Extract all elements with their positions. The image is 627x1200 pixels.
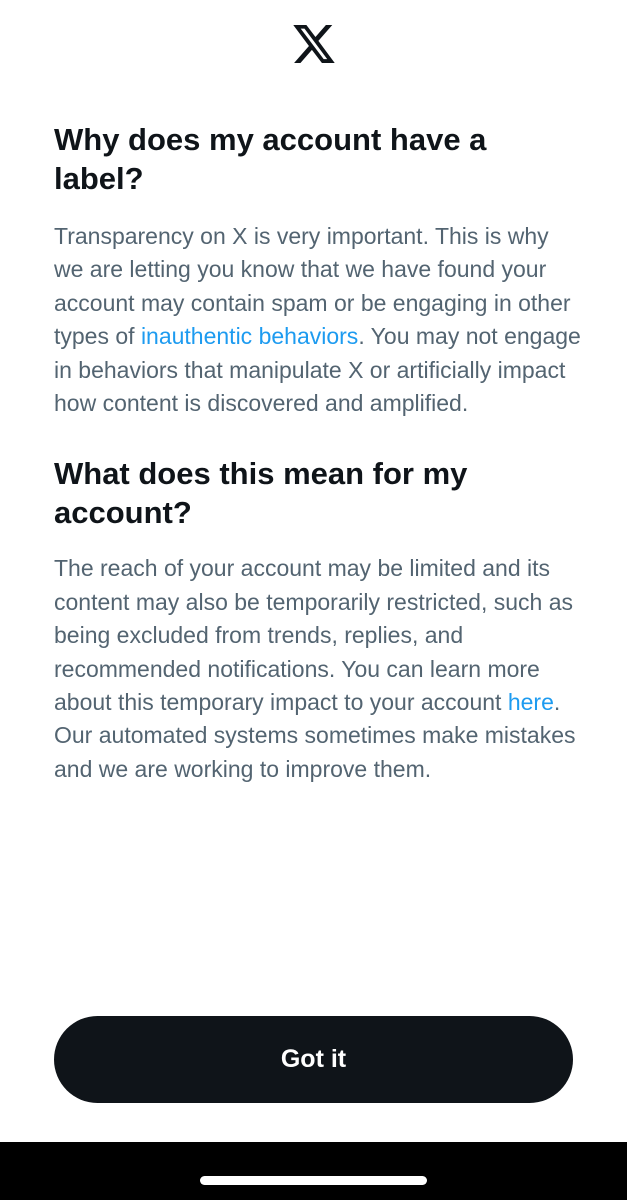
got-it-button[interactable]: Got it	[54, 1016, 573, 1103]
section-title-why-label: Why does my account have a label?	[54, 122, 487, 196]
x-logo-icon	[292, 25, 335, 63]
inauthentic-behaviors-link[interactable]: inauthentic behaviors	[141, 323, 358, 349]
body-text: The reach of your account may be limited…	[54, 555, 574, 716]
section-title-what-it-means: What does this mean for my account?	[54, 456, 468, 531]
x-logo	[0, 25, 627, 63]
home-indicator[interactable]	[200, 1176, 427, 1185]
section-body-what-it-means: The reach of your account may be limited…	[54, 552, 584, 786]
section-body-why-label: Transparency on X is very important. Thi…	[54, 220, 584, 420]
system-bottom-bar	[0, 1142, 627, 1200]
label-explanation: Why does my account have a label? Transp…	[54, 120, 584, 786]
learn-more-link[interactable]: here	[508, 689, 554, 715]
